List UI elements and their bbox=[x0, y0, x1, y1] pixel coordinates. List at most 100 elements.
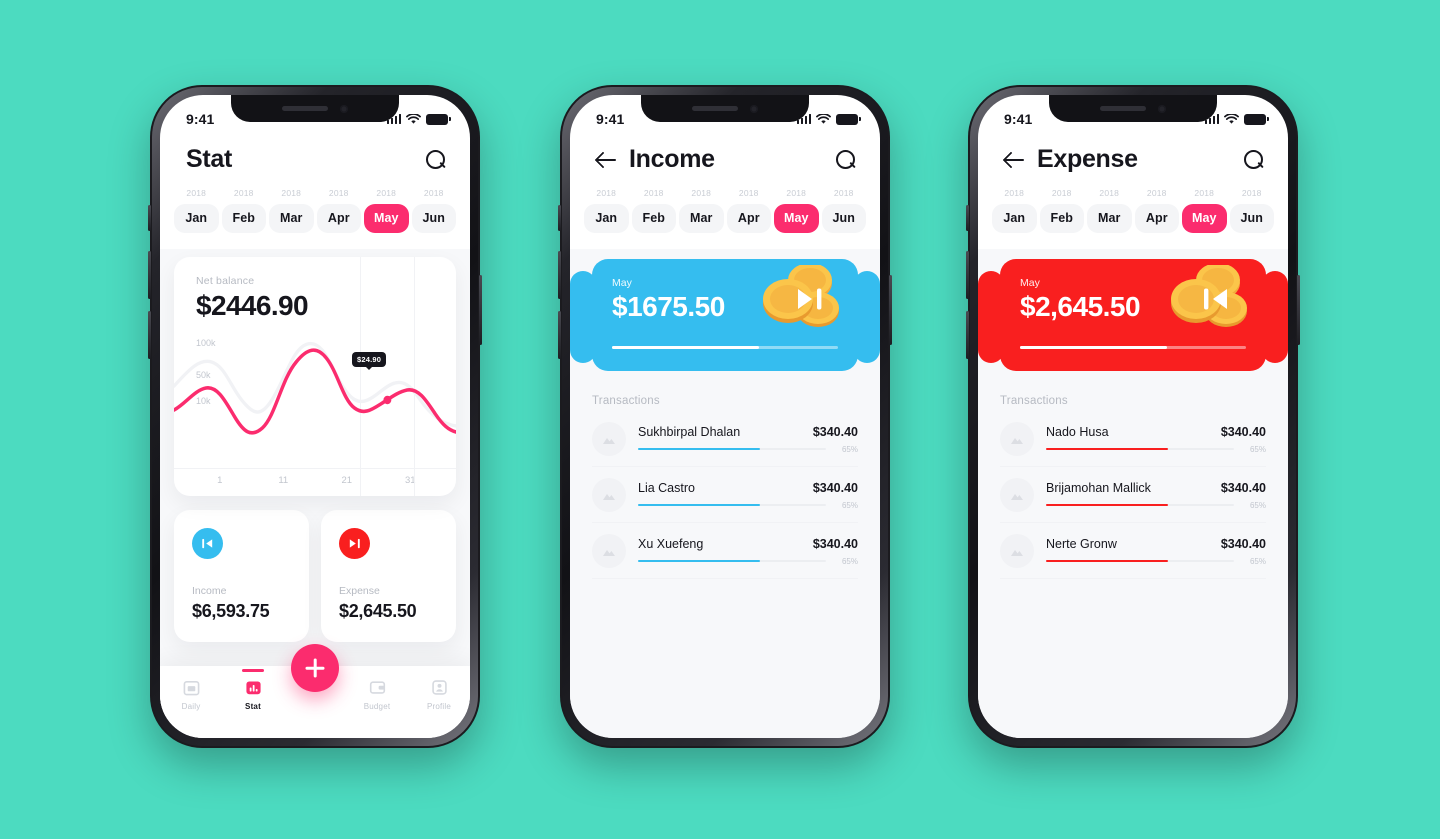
line-chart: 100k 50k 10k $24.90 bbox=[174, 334, 456, 466]
month-chip-jan[interactable]: 2018 Jan bbox=[992, 188, 1037, 233]
volume-down-button[interactable] bbox=[558, 311, 561, 359]
month-chip-jun[interactable]: 2018 Jun bbox=[821, 188, 866, 233]
back-arrow-icon[interactable] bbox=[1004, 149, 1026, 171]
nav-item-profile[interactable]: Profile bbox=[408, 678, 470, 711]
transaction-row[interactable]: Sukhbirpal Dhalan $340.40 65% bbox=[592, 411, 858, 466]
month-chip-may[interactable]: 2018 May bbox=[774, 188, 819, 233]
month-selector-expense: 2018 Jan 2018 Feb 2018 Mar 2018 Apr 2018 bbox=[978, 174, 1288, 249]
back-arrow-icon[interactable] bbox=[596, 149, 618, 171]
volume-up-button[interactable] bbox=[148, 251, 151, 299]
search-icon[interactable] bbox=[1242, 148, 1266, 172]
net-balance-chart-card: Net balance $2446.90 100k 50k 10k $24.90 bbox=[174, 257, 456, 496]
transaction-row[interactable]: Lia Castro $340.40 65% bbox=[592, 467, 858, 522]
battery-icon bbox=[426, 113, 451, 125]
transaction-body: Nado Husa $340.40 65% bbox=[1046, 425, 1266, 454]
y-tick-100k: 100k bbox=[196, 338, 216, 348]
nav-item-daily[interactable]: Daily bbox=[160, 678, 222, 711]
search-icon[interactable] bbox=[834, 148, 858, 172]
month-label: Feb bbox=[631, 204, 676, 233]
phone-income: 9:41 Income 2018 Jan 2018 Feb 2018 Mar 2… bbox=[558, 85, 892, 748]
transaction-percent: 65% bbox=[841, 556, 858, 566]
expense-card[interactable]: Expense $2,645.50 bbox=[321, 510, 456, 642]
month-chip-mar[interactable]: 2018 Mar bbox=[679, 188, 724, 233]
month-year: 2018 bbox=[1194, 188, 1215, 198]
avatar bbox=[1000, 534, 1034, 568]
month-year: 2018 bbox=[1051, 188, 1072, 198]
status-icons bbox=[386, 113, 451, 125]
avatar bbox=[1000, 422, 1034, 456]
card-progress-bar bbox=[1020, 346, 1246, 349]
month-chip-apr[interactable]: 2018 Apr bbox=[316, 188, 361, 233]
month-chip-may[interactable]: 2018 May bbox=[364, 188, 409, 233]
income-card[interactable]: Income $6,593.75 bbox=[174, 510, 309, 642]
power-button[interactable] bbox=[1297, 275, 1300, 345]
transaction-percent: 65% bbox=[1249, 444, 1266, 454]
transaction-percent: 65% bbox=[841, 500, 858, 510]
income-value: $6,593.75 bbox=[192, 601, 270, 621]
transaction-progress bbox=[1046, 503, 1234, 507]
month-chip-feb[interactable]: 2018 Feb bbox=[221, 188, 266, 233]
month-chip-apr[interactable]: 2018 Apr bbox=[1134, 188, 1179, 233]
power-button[interactable] bbox=[889, 275, 892, 345]
month-chip-feb[interactable]: 2018 Feb bbox=[631, 188, 676, 233]
person-icon bbox=[430, 678, 449, 697]
month-label: Jan bbox=[584, 204, 629, 233]
volume-up-button[interactable] bbox=[966, 251, 969, 299]
mute-switch[interactable] bbox=[558, 205, 561, 231]
mute-switch[interactable] bbox=[148, 205, 151, 231]
month-chip-jan[interactable]: 2018 Jan bbox=[584, 188, 629, 233]
transaction-body: Lia Castro $340.40 65% bbox=[638, 481, 858, 510]
transaction-percent: 65% bbox=[841, 444, 858, 454]
month-chip-jun[interactable]: 2018 Jun bbox=[1229, 188, 1274, 233]
amount-card-carousel[interactable]: May $2,645.50 bbox=[978, 259, 1288, 377]
month-chip-mar[interactable]: 2018 Mar bbox=[269, 188, 314, 233]
volume-down-button[interactable] bbox=[148, 311, 151, 359]
mute-switch[interactable] bbox=[966, 205, 969, 231]
month-label: Mar bbox=[679, 204, 724, 233]
month-year: 2018 bbox=[786, 188, 807, 198]
transaction-row[interactable]: Nado Husa $340.40 65% bbox=[1000, 411, 1266, 466]
volume-up-button[interactable] bbox=[558, 251, 561, 299]
month-year: 2018 bbox=[1146, 188, 1167, 198]
expense-amount-card[interactable]: May $2,645.50 bbox=[1000, 259, 1266, 371]
chart-tooltip: $24.90 bbox=[352, 352, 387, 367]
amount-card-carousel[interactable]: May $1675.50 bbox=[570, 259, 880, 377]
month-chip-may[interactable]: 2018 May bbox=[1182, 188, 1227, 233]
active-tab-indicator bbox=[242, 669, 264, 672]
income-amount-card[interactable]: May $1675.50 bbox=[592, 259, 858, 371]
nav-item-budget[interactable]: Budget bbox=[346, 678, 408, 711]
month-chip-jun[interactable]: 2018 Jun bbox=[411, 188, 456, 233]
search-icon[interactable] bbox=[424, 148, 448, 172]
transaction-amount: $340.40 bbox=[1220, 424, 1266, 439]
notch bbox=[1049, 95, 1217, 122]
volume-down-button[interactable] bbox=[966, 311, 969, 359]
transaction-progress bbox=[1046, 447, 1234, 451]
notch bbox=[641, 95, 809, 122]
transaction-row[interactable]: Brijamohan Mallick $340.40 65% bbox=[1000, 467, 1266, 522]
month-chip-apr[interactable]: 2018 Apr bbox=[726, 188, 771, 233]
income-label: Income bbox=[192, 585, 227, 597]
month-year: 2018 bbox=[596, 188, 617, 198]
transaction-row[interactable]: Nerte Gronw $340.40 65% bbox=[1000, 523, 1266, 578]
add-transaction-fab[interactable] bbox=[291, 644, 339, 692]
status-icons bbox=[1204, 113, 1269, 125]
month-chip-feb[interactable]: 2018 Feb bbox=[1039, 188, 1084, 233]
transaction-row[interactable]: Xu Xuefeng $340.40 65% bbox=[592, 523, 858, 578]
expense-label: Expense bbox=[339, 585, 380, 597]
wifi-icon bbox=[406, 113, 421, 124]
month-chip-jan[interactable]: 2018 Jan bbox=[174, 188, 219, 233]
front-camera bbox=[340, 104, 348, 113]
month-label: May bbox=[774, 204, 819, 233]
month-label: Jan bbox=[174, 204, 219, 233]
month-label: Feb bbox=[1039, 204, 1084, 233]
power-button[interactable] bbox=[479, 275, 482, 345]
earpiece-speaker bbox=[692, 106, 738, 111]
nav-label: Budget bbox=[363, 702, 391, 711]
expense-content: May $2,645.50 Transactions Nado Husa $34… bbox=[978, 249, 1288, 738]
phone-screen-income: 9:41 Income 2018 Jan 2018 Feb 2018 Mar 2… bbox=[570, 95, 880, 738]
month-label: Apr bbox=[1134, 204, 1179, 233]
month-chip-mar[interactable]: 2018 Mar bbox=[1087, 188, 1132, 233]
month-year: 2018 bbox=[833, 188, 854, 198]
avatar bbox=[592, 534, 626, 568]
nav-item-stat[interactable]: Stat bbox=[222, 669, 284, 711]
